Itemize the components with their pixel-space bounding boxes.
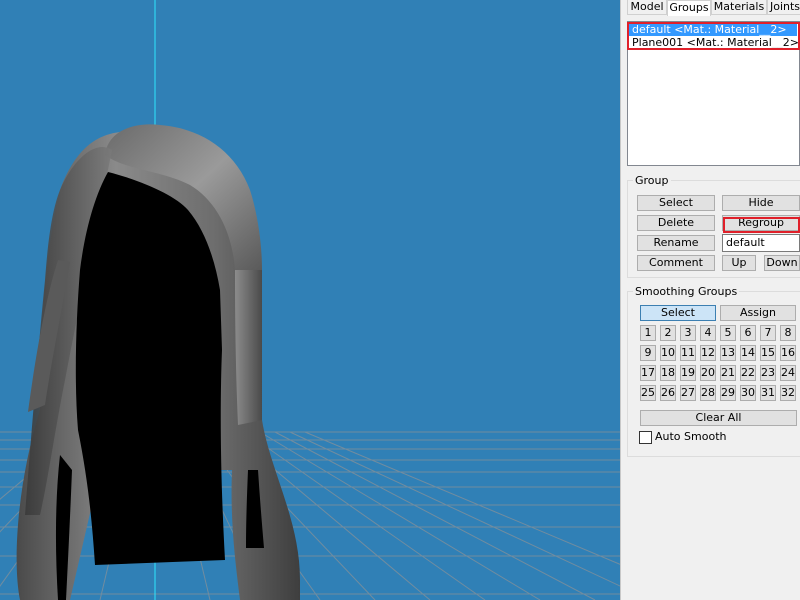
smoothing-group-29-button[interactable]: 29: [720, 385, 736, 401]
smoothing-group-30-button[interactable]: 30: [740, 385, 756, 401]
smoothing-group-7-button[interactable]: 7: [760, 325, 776, 341]
group-section-title: Group: [633, 174, 671, 187]
smoothing-group-2-button[interactable]: 2: [660, 325, 676, 341]
smoothing-group-3-button[interactable]: 3: [680, 325, 696, 341]
smoothing-group-10-button[interactable]: 10: [660, 345, 676, 361]
smoothing-group-19-button[interactable]: 19: [680, 365, 696, 381]
delete-button[interactable]: Delete: [637, 215, 715, 231]
smoothing-group-16-button[interactable]: 16: [780, 345, 796, 361]
smoothing-group-15-button[interactable]: 15: [760, 345, 776, 361]
smoothing-group-25-button[interactable]: 25: [640, 385, 656, 401]
assign-button[interactable]: Assign: [720, 305, 796, 321]
group-select-button[interactable]: Select: [637, 195, 715, 211]
hair-model: [16, 124, 301, 600]
3d-viewport[interactable]: [0, 0, 620, 600]
highlight-frame-regroup: [723, 217, 800, 233]
comment-button[interactable]: Comment: [637, 255, 715, 271]
highlight-frame-groups: [627, 22, 800, 50]
group-name-field[interactable]: default: [722, 234, 800, 252]
smoothing-group-13-button[interactable]: 13: [720, 345, 736, 361]
smoothing-group-22-button[interactable]: 22: [740, 365, 756, 381]
smoothing-group-21-button[interactable]: 21: [720, 365, 736, 381]
smoothing-group-6-button[interactable]: 6: [740, 325, 756, 341]
smoothing-group-28-button[interactable]: 28: [700, 385, 716, 401]
tab-materials[interactable]: Materials: [711, 0, 767, 15]
tab-joints[interactable]: Joints: [767, 0, 800, 15]
smoothing-group-26-button[interactable]: 26: [660, 385, 676, 401]
smoothing-group-27-button[interactable]: 27: [680, 385, 696, 401]
smoothing-group-32-button[interactable]: 32: [780, 385, 796, 401]
smoothing-section-title: Smoothing Groups: [633, 285, 740, 298]
smoothing-group-14-button[interactable]: 14: [740, 345, 756, 361]
smoothing-group-23-button[interactable]: 23: [760, 365, 776, 381]
smoothing-group-9-button[interactable]: 9: [640, 345, 656, 361]
smoothing-group-20-button[interactable]: 20: [700, 365, 716, 381]
smoothing-group-18-button[interactable]: 18: [660, 365, 676, 381]
viewport-canvas: [0, 0, 620, 600]
hide-button[interactable]: Hide: [722, 195, 800, 211]
panel-divider[interactable]: [620, 0, 626, 600]
up-button[interactable]: Up: [722, 255, 756, 271]
smoothing-group-17-button[interactable]: 17: [640, 365, 656, 381]
smoothing-group-11-button[interactable]: 11: [680, 345, 696, 361]
auto-smooth-checkbox[interactable]: [639, 431, 652, 444]
auto-smooth-label: Auto Smooth: [655, 430, 727, 443]
smoothing-group-12-button[interactable]: 12: [700, 345, 716, 361]
smoothing-group-1-button[interactable]: 1: [640, 325, 656, 341]
rename-button[interactable]: Rename: [637, 235, 715, 251]
smoothing-group-8-button[interactable]: 8: [780, 325, 796, 341]
smoothing-group-31-button[interactable]: 31: [760, 385, 776, 401]
tab-groups[interactable]: Groups: [667, 0, 711, 16]
smoothing-select-button[interactable]: Select: [640, 305, 716, 321]
tab-bar: Model Groups Materials Joints: [625, 0, 800, 16]
clear-all-button[interactable]: Clear All: [640, 410, 797, 426]
smoothing-group-5-button[interactable]: 5: [720, 325, 736, 341]
smoothing-group-24-button[interactable]: 24: [780, 365, 796, 381]
smoothing-group-4-button[interactable]: 4: [700, 325, 716, 341]
down-button[interactable]: Down: [764, 255, 800, 271]
tab-model[interactable]: Model: [627, 0, 667, 15]
